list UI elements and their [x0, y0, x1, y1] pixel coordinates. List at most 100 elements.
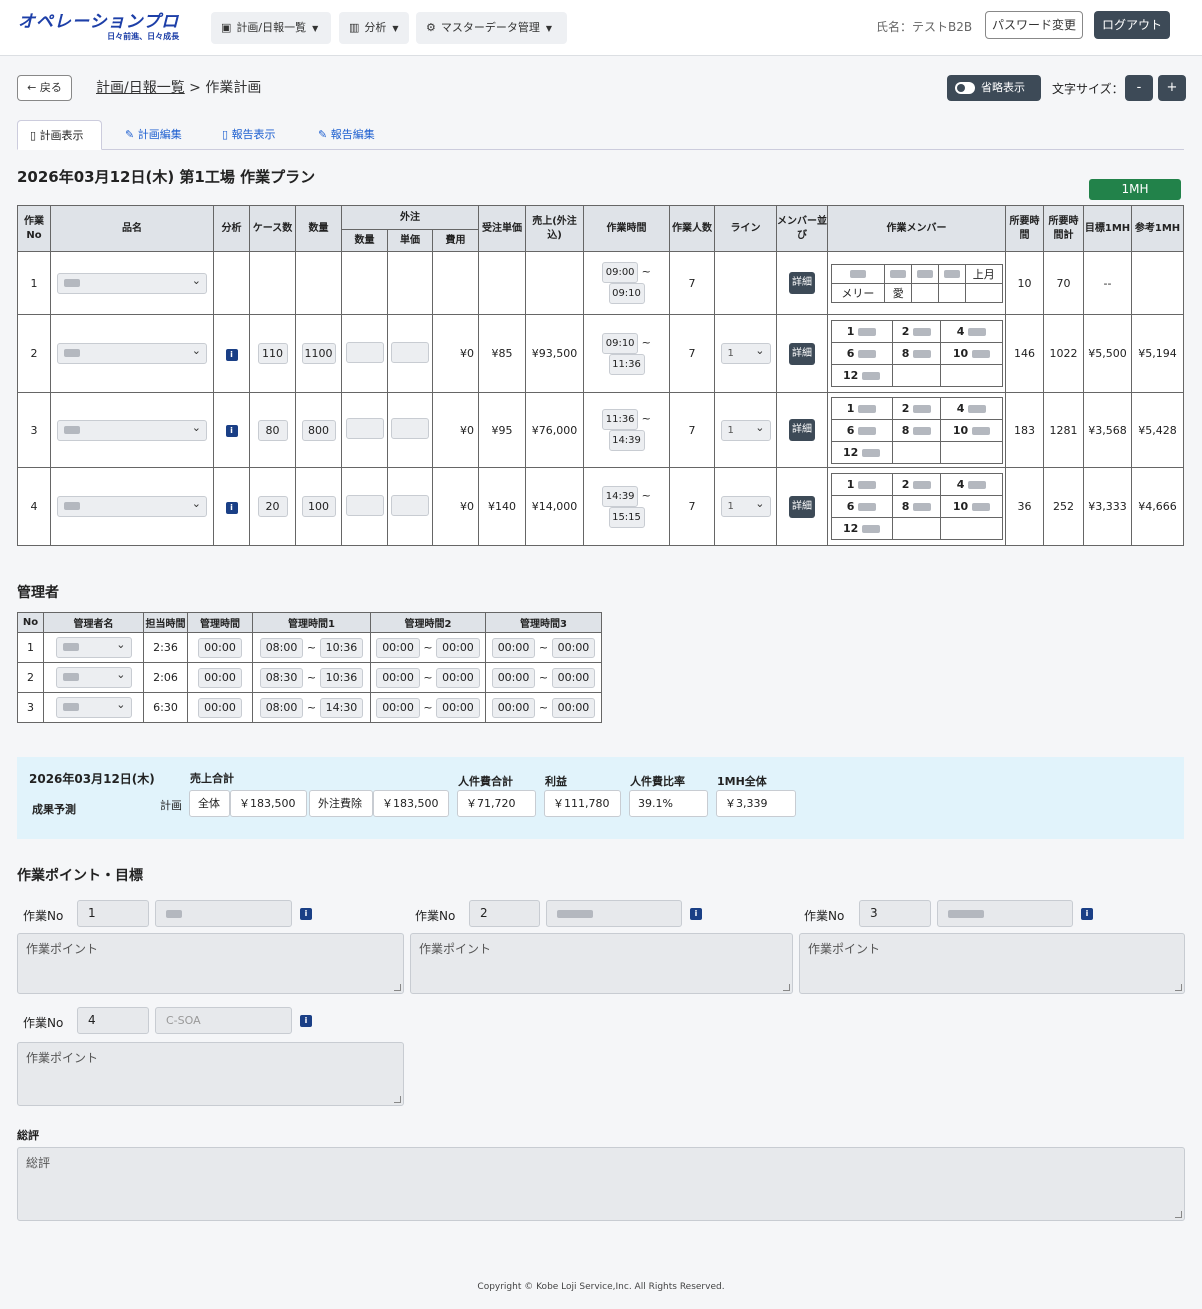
work-name-input[interactable] — [937, 900, 1073, 927]
ratio-label: 人件費比率 — [630, 775, 685, 788]
chart-icon: ▥ — [349, 21, 360, 34]
work-no-input[interactable]: 2 — [469, 900, 540, 927]
work-point-textarea[interactable]: 作業ポイント — [17, 933, 404, 994]
tab-report-edit[interactable]: ✎ 報告編集 — [306, 120, 387, 150]
time-from-input[interactable]: 11:36 — [602, 409, 639, 430]
info-icon[interactable]: i — [225, 348, 238, 361]
change-password-button[interactable]: パスワード変更 — [985, 11, 1083, 39]
cases-input[interactable]: 20 — [257, 496, 288, 517]
arrow-left-icon: ← — [27, 81, 40, 94]
work-no-label: 作業No — [804, 909, 845, 923]
qty-input[interactable]: 1100 — [301, 343, 336, 364]
th-order-price: 受注単価 — [478, 205, 526, 252]
tab-report-view[interactable]: ▯ 報告表示 — [210, 120, 288, 150]
mgmt-time-input[interactable]: 00:00 — [198, 637, 242, 658]
product-select[interactable] — [57, 341, 207, 364]
time-from-input[interactable]: 14:39 — [602, 485, 639, 507]
work-point-textarea[interactable]: 作業ポイント — [410, 933, 793, 994]
info-icon[interactable]: i — [225, 501, 238, 514]
time-from-input[interactable]: 09:00 — [602, 262, 639, 283]
th-outsource: 外注 — [341, 205, 479, 230]
manager-select[interactable] — [55, 635, 132, 658]
font-size-label: 文字サイズ： — [1052, 82, 1124, 96]
info-icon[interactable]: i — [690, 908, 702, 920]
line-select[interactable]: 1 — [720, 494, 771, 517]
th-ref-mh: 参考1MH — [1131, 205, 1184, 252]
time-to-input[interactable]: 15:15 — [608, 506, 645, 528]
os-qty-input[interactable] — [345, 341, 384, 363]
logout-button[interactable]: ログアウト — [1094, 11, 1170, 39]
nav-master-data[interactable]: ⚙ マスターデータ管理 ▼ — [416, 12, 567, 44]
profit-label: 利益 — [545, 775, 567, 788]
th-req-total: 所要時間計 — [1043, 205, 1084, 252]
tab-plan-edit[interactable]: ✎ 計画編集 — [113, 120, 194, 150]
time-to-input[interactable]: 14:39 — [608, 430, 645, 451]
time-to-input[interactable]: 11:36 — [608, 353, 645, 375]
pencil-icon: ✎ — [318, 128, 331, 141]
th-no: 作業No — [17, 205, 51, 252]
os-unit-input[interactable] — [391, 341, 429, 363]
os-unit-input[interactable] — [391, 494, 429, 516]
detail-button[interactable]: 詳細 — [789, 272, 815, 294]
qty-input[interactable]: 800 — [301, 419, 336, 441]
work-name-input[interactable]: C-SOA — [155, 1007, 292, 1034]
breadcrumb-link[interactable]: 計画/日報一覧 — [96, 80, 185, 96]
detail-button[interactable]: 詳細 — [789, 495, 815, 518]
gear-icon: ⚙ — [426, 21, 436, 34]
manager-select[interactable] — [55, 695, 132, 718]
th-cases: ケース数 — [249, 205, 296, 252]
line-select[interactable]: 1 — [720, 418, 771, 441]
work-point-textarea[interactable]: 作業ポイント — [799, 933, 1185, 994]
os-unit-input[interactable] — [391, 418, 429, 439]
time-to-input[interactable]: 09:10 — [608, 283, 645, 304]
plan-table: 作業No 品名 分析 ケース数 数量 外注 受注単価 売上(外注込) 作業時間 … — [17, 205, 1184, 546]
font-decrease-button[interactable]: - — [1125, 75, 1153, 101]
manager-select[interactable] — [55, 665, 132, 688]
info-icon[interactable]: i — [300, 1015, 312, 1027]
summary-subtitle: 成果予測 — [32, 803, 76, 816]
os-qty-input[interactable] — [345, 494, 384, 516]
compact-toggle[interactable]: 省略表示 — [947, 75, 1041, 101]
info-icon[interactable]: i — [300, 908, 312, 920]
detail-button[interactable]: 詳細 — [789, 419, 815, 441]
mgmt-time-input[interactable]: 00:00 — [198, 667, 242, 688]
product-select[interactable] — [57, 418, 207, 441]
time-from-input[interactable]: 09:10 — [602, 332, 639, 354]
product-select[interactable] — [57, 494, 207, 517]
nav-analysis[interactable]: ▥ 分析 ▼ — [339, 12, 409, 44]
all-label: 全体 — [189, 790, 230, 817]
logo-text: オペレーションプロ — [18, 12, 180, 32]
work-no-input[interactable]: 1 — [77, 900, 149, 927]
cases-input[interactable]: 80 — [257, 419, 288, 441]
th-qty: 数量 — [295, 205, 342, 252]
product-select[interactable] — [57, 271, 207, 294]
detail-button[interactable]: 詳細 — [789, 342, 815, 365]
caret-down-icon: ▼ — [545, 24, 553, 33]
qty-input[interactable]: 100 — [301, 496, 336, 517]
info-icon[interactable]: i — [1081, 908, 1093, 920]
work-no-label: 作業No — [415, 909, 456, 923]
info-icon[interactable]: i — [225, 425, 238, 437]
table-row: 2 2:06 00:00 08:30 ~ 10:36 00:00 ~ 00:00… — [17, 662, 602, 693]
back-button[interactable]: ← 戻る — [17, 75, 72, 101]
ex-os-value: ￥183,500 — [373, 790, 449, 817]
breadcrumb: 計画/日報一覧 > 作業計画 — [96, 80, 262, 96]
work-no-input[interactable]: 3 — [859, 900, 931, 927]
font-increase-button[interactable]: + — [1158, 75, 1186, 101]
managers-heading: 管理者 — [17, 585, 59, 601]
line-select[interactable]: 1 — [720, 341, 771, 364]
labor-label: 人件費合計 — [458, 775, 513, 788]
managers-table: No 管理者名 担当時間 管理時間 管理時間1 管理時間2 管理時間3 1 2:… — [17, 612, 602, 723]
app-logo[interactable]: オペレーションプロ 日々前進、日々成長 — [18, 12, 179, 42]
nav-plan-list[interactable]: ▣ 計画/日報一覧 ▼ — [211, 12, 331, 44]
mgmt-time-input[interactable]: 00:00 — [198, 697, 242, 718]
work-name-input[interactable] — [155, 900, 292, 927]
work-name-input[interactable] — [546, 900, 682, 927]
work-point-textarea[interactable]: 作業ポイント — [17, 1042, 404, 1106]
overall-textarea[interactable]: 総評 — [17, 1147, 1185, 1221]
tab-plan-view[interactable]: ▯ 計画表示 — [17, 120, 102, 150]
os-qty-input[interactable] — [345, 418, 384, 439]
work-no-input[interactable]: 4 — [77, 1007, 149, 1034]
caret-down-icon: ▼ — [312, 24, 319, 33]
cases-input[interactable]: 110 — [257, 343, 288, 364]
